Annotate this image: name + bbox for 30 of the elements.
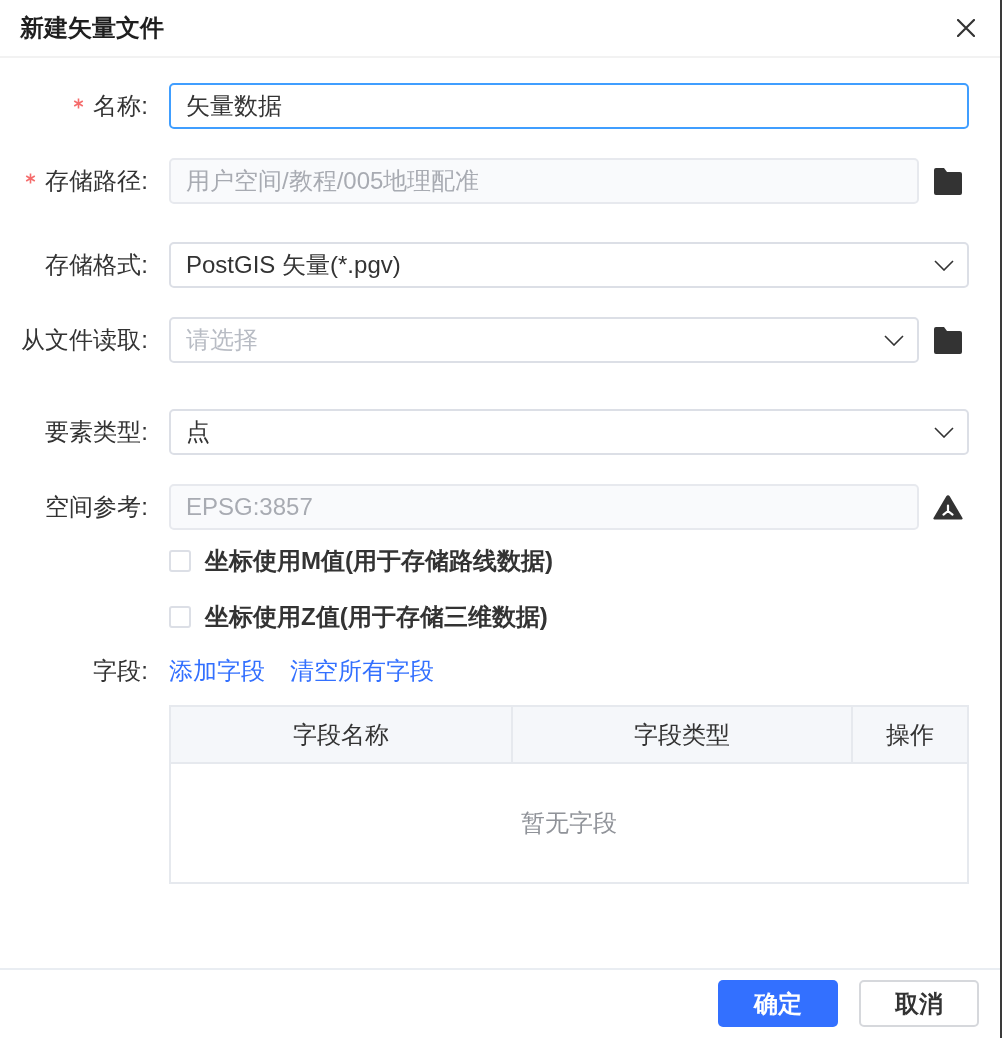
checkbox[interactable] <box>169 550 191 572</box>
field-label: 存储格式: <box>45 250 148 280</box>
close-icon[interactable] <box>957 19 975 37</box>
field-label: 存储路径: <box>45 166 148 196</box>
folder-icon[interactable] <box>934 167 962 195</box>
field-label: 从文件读取: <box>21 325 148 355</box>
folder-icon[interactable] <box>934 326 962 354</box>
field-label: 名称: <box>93 91 148 121</box>
field-action-link[interactable]: 添加字段 <box>169 655 265 687</box>
field-action-link[interactable]: 清空所有字段 <box>290 655 434 687</box>
chevron-icon[interactable] <box>884 334 904 346</box>
empty-message: 暂无字段 <box>521 808 617 838</box>
cancel-button[interactable]: 取消 <box>859 980 979 1027</box>
dialog-title: 新建矢量文件 <box>20 13 164 43</box>
text-field[interactable]: 矢量数据 <box>169 83 969 129</box>
column-header: 字段名称 <box>171 707 511 764</box>
dropdown-field[interactable]: PostGIS 矢量(*.pgv) <box>169 242 969 288</box>
field-label: 空间参考: <box>45 492 148 522</box>
checkbox-label[interactable]: 坐标使用Z值(用于存储三维数据) <box>205 601 548 633</box>
column-header: 操作 <box>851 707 967 764</box>
chevron-icon[interactable] <box>934 426 954 438</box>
triangle-icon[interactable] <box>933 494 963 520</box>
field-label: 字段: <box>93 656 148 686</box>
checkbox-label[interactable]: 坐标使用M值(用于存储路线数据) <box>205 545 553 577</box>
chevron-icon[interactable] <box>934 259 954 271</box>
checkbox[interactable] <box>169 606 191 628</box>
column-header: 字段类型 <box>511 707 851 764</box>
field-label: 要素类型: <box>45 417 148 447</box>
dropdown-field[interactable]: 点 <box>169 409 969 455</box>
confirm-button[interactable]: 确定 <box>718 980 838 1027</box>
